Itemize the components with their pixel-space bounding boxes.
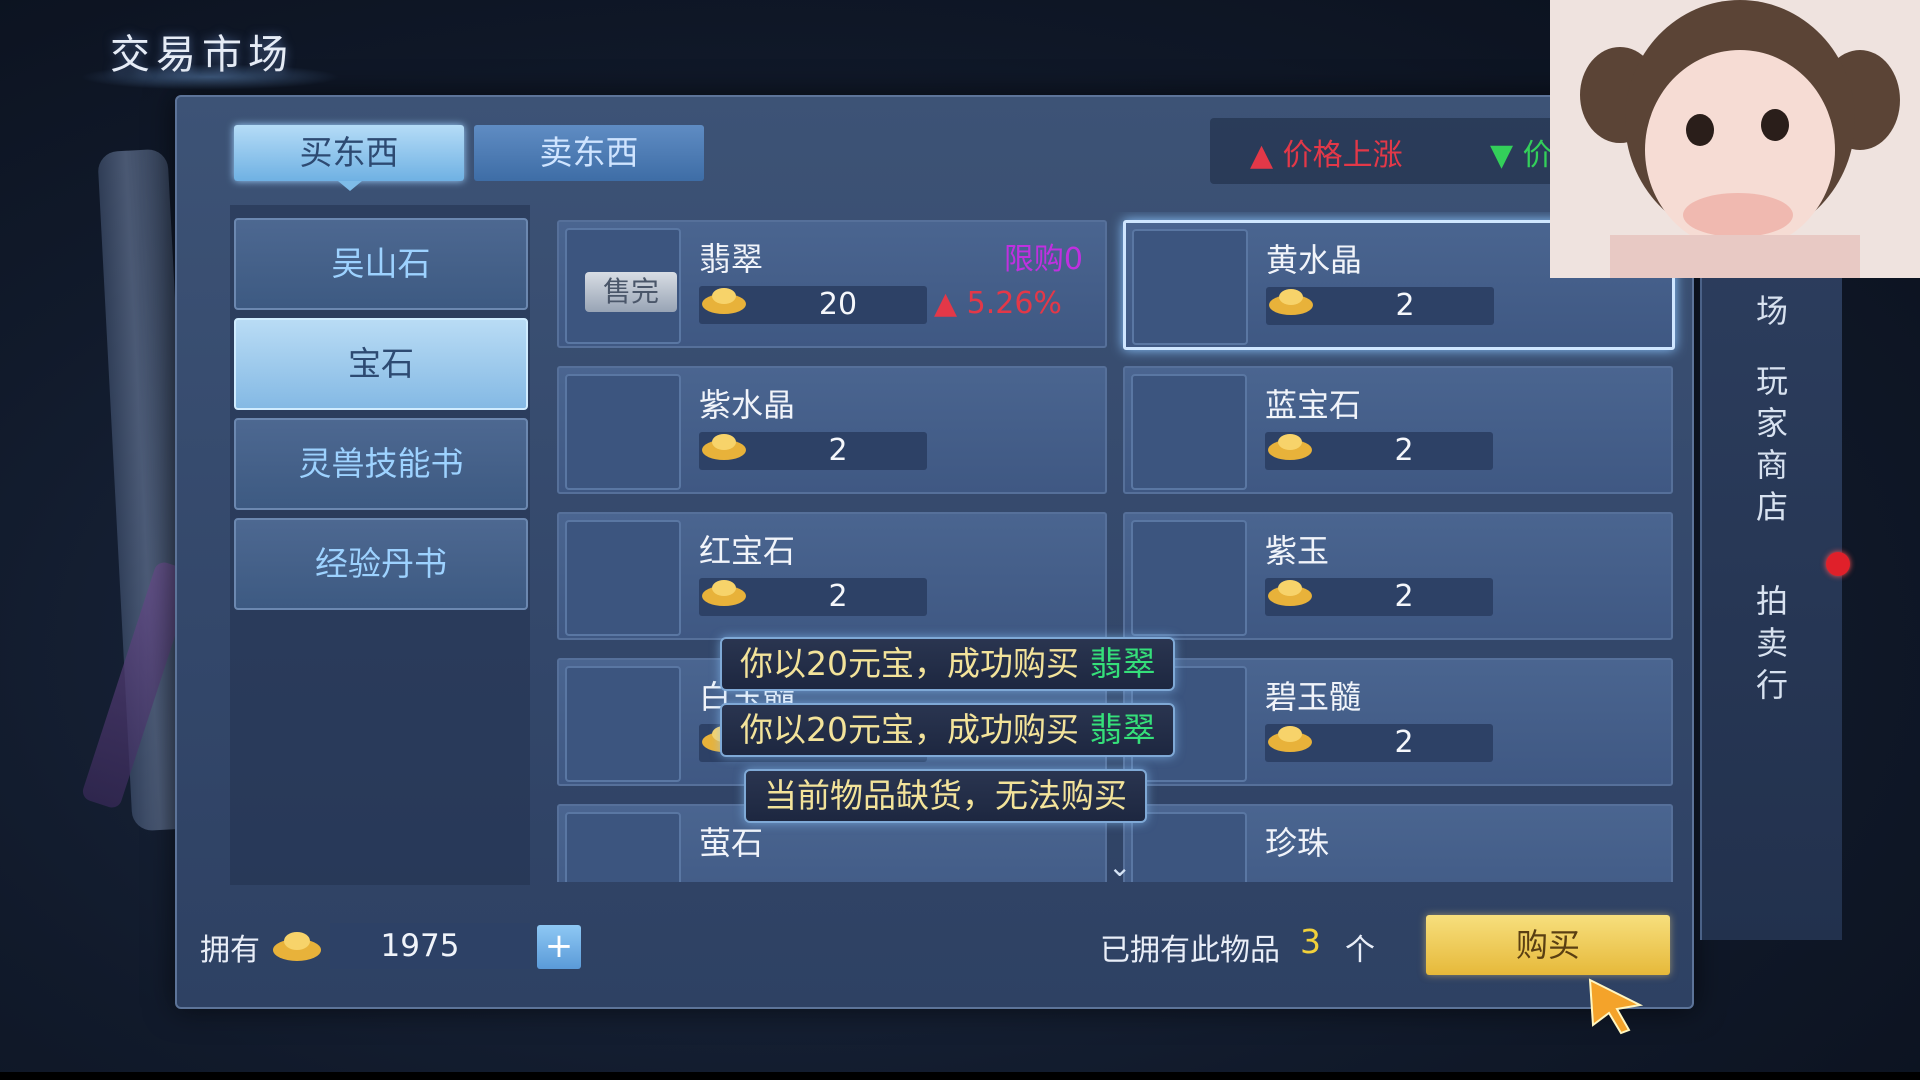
item-slot [1132, 229, 1248, 345]
side-nav-auction[interactable]: 拍卖行 [1752, 580, 1792, 706]
webcam-overlay [1550, 0, 1920, 278]
item-slot [565, 520, 681, 636]
item-card[interactable]: 售完 翡翠 限购0 20 ▲ 5.26% [557, 220, 1107, 348]
owned-currency-value: 1975 [380, 928, 460, 964]
category-pet-skill-books[interactable]: 灵兽技能书 [234, 418, 528, 510]
tab-buy[interactable]: 买东西 [234, 125, 464, 181]
item-price: 2 [1394, 725, 1414, 760]
item-card[interactable]: 紫玉 2 [1123, 512, 1673, 640]
gold-ingot-icon [1269, 289, 1313, 315]
arrow-up-icon: ▲ [934, 286, 958, 321]
item-card[interactable]: 碧玉髓 2 [1123, 658, 1673, 786]
item-slot [565, 666, 681, 782]
category-wushanshi[interactable]: 吴山石 [234, 218, 528, 310]
side-nav-player-shop[interactable]: 玩家商店 [1752, 360, 1792, 528]
category-gems[interactable]: 宝石 [234, 318, 528, 410]
legend-down-label: 价 [1522, 138, 1553, 173]
gold-ingot-icon [702, 580, 746, 606]
gold-ingot-icon [702, 434, 746, 460]
tab-sell[interactable]: 卖东西 [474, 125, 704, 181]
toast-out-of-stock: 当前物品缺货，无法购买 [744, 769, 1147, 823]
item-name: 红宝石 [699, 532, 796, 570]
toast-item: 翡翠 [1089, 710, 1156, 749]
item-price: 2 [1395, 288, 1415, 323]
item-name: 萤石 [699, 824, 764, 862]
item-slot [565, 374, 681, 490]
toast-text: 你以20元宝，成功购买 [740, 710, 1090, 749]
arrow-up-icon: ▲ [1250, 138, 1274, 173]
gold-ingot-icon [273, 932, 321, 961]
item-card[interactable]: 紫水晶 2 [557, 366, 1107, 494]
item-slot [1131, 520, 1247, 636]
item-card[interactable]: 蓝宝石 2 [1123, 366, 1673, 494]
gold-ingot-icon [1268, 580, 1312, 606]
item-name: 蓝宝石 [1265, 386, 1362, 424]
arrow-down-icon: ▼ [1490, 138, 1514, 173]
item-card[interactable]: 珍珠 [1123, 804, 1673, 882]
toast-item: 翡翠 [1089, 644, 1156, 683]
page-title: 交易市场 [110, 32, 294, 78]
item-price: 2 [828, 433, 848, 468]
item-name: 紫水晶 [699, 386, 796, 424]
gold-ingot-icon [1268, 434, 1312, 460]
item-name: 紫玉 [1265, 532, 1330, 570]
item-slot: 售完 [565, 228, 681, 344]
item-slot [1131, 812, 1247, 882]
gold-ingot-icon [1268, 726, 1312, 752]
cursor-icon [1588, 978, 1644, 1035]
owned-item-label: 已拥有此物品 [1100, 933, 1280, 968]
bottom-edge [0, 1072, 1920, 1080]
category-exp-books[interactable]: 经验丹书 [234, 518, 528, 610]
item-card[interactable]: 红宝石 2 [557, 512, 1107, 640]
toast-purchase-success: 你以20元宝，成功购买 翡翠 [720, 703, 1176, 757]
purchase-limit: 限购0 [1003, 242, 1083, 277]
legend-price-down: ▼ 价 [1490, 130, 1553, 174]
toast-purchase-success: 你以20元宝，成功购买 翡翠 [720, 637, 1176, 691]
item-price: 2 [1394, 579, 1414, 614]
soldout-badge: 售完 [585, 272, 677, 312]
owned-item-count: 3 [1300, 922, 1321, 961]
item-name: 珍珠 [1265, 824, 1330, 862]
item-price: 2 [828, 579, 848, 614]
buy-button[interactable]: 购买 [1426, 915, 1670, 975]
price-change: ▲ 5.26% [934, 286, 1062, 321]
item-price: 20 [818, 287, 858, 322]
toast-text: 当前物品缺货，无法购买 [764, 776, 1127, 815]
streamer-face-image [1550, 0, 1920, 278]
legend-price-up: ▲ 价格上涨 [1250, 130, 1403, 174]
legend-up-label: 价格上涨 [1282, 138, 1403, 173]
add-currency-button[interactable]: + [537, 925, 581, 969]
gold-ingot-icon [702, 288, 746, 314]
active-tab-indicator [338, 181, 362, 191]
owned-label: 拥有 [200, 933, 260, 968]
owned-item-unit: 个 [1345, 933, 1375, 968]
side-nav-market[interactable]: 场 [1752, 290, 1792, 332]
chevron-down-icon[interactable]: ⌄ [1108, 850, 1131, 883]
item-price: 2 [1394, 433, 1414, 468]
price-change-value: 5.26% [966, 286, 1062, 321]
item-name: 翡翠 [699, 240, 764, 278]
item-name: 黄水晶 [1266, 241, 1363, 279]
item-slot [565, 812, 681, 882]
item-slot [1131, 374, 1247, 490]
item-name: 碧玉髓 [1265, 678, 1362, 716]
toast-text: 你以20元宝，成功购买 [740, 644, 1090, 683]
notification-dot [1826, 552, 1850, 576]
